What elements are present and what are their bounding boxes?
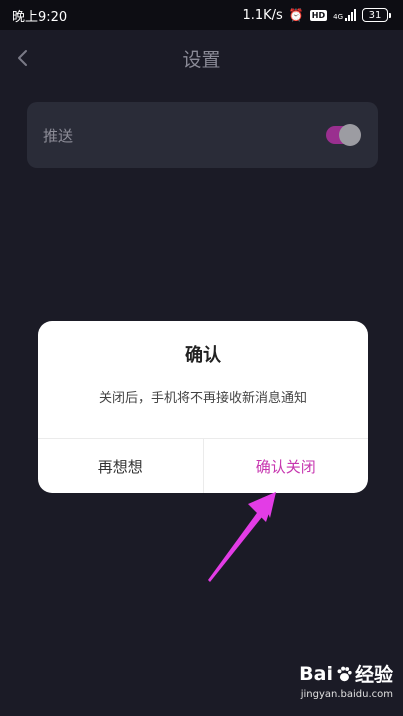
dialog-actions: 再想想 确认关闭 <box>38 438 368 493</box>
toggle-knob <box>339 124 361 146</box>
confirm-dialog: 确认 关闭后，手机将不再接收新消息通知 再想想 确认关闭 <box>38 321 368 493</box>
page-title: 设置 <box>182 48 221 71</box>
alarm-clock-icon: ⏰ <box>288 8 304 22</box>
network-type: 4G <box>333 13 343 21</box>
push-label: 推送 <box>43 126 74 145</box>
status-time: 晚上9:20 <box>12 9 68 25</box>
hd-badge: HD <box>309 9 328 21</box>
signal-strength-icon: 4G <box>333 9 356 21</box>
header: 设置 <box>0 30 403 86</box>
watermark-url: jingyan.baidu.com <box>300 689 393 700</box>
confirm-close-button[interactable]: 确认关闭 <box>204 439 369 493</box>
battery-icon: 31 <box>362 8 391 22</box>
arrow-annotation-icon <box>208 492 276 582</box>
dialog-title: 确认 <box>185 345 221 366</box>
dialog-message: 关闭后，手机将不再接收新消息通知 <box>98 391 307 406</box>
paw-icon <box>337 666 352 681</box>
watermark: Bai 经验 jingyan.baidu.com <box>299 660 393 701</box>
status-bar: 晚上9:20 1.1K/s ⏰ HD 4G 31 <box>0 0 403 30</box>
push-toggle[interactable] <box>326 124 361 146</box>
network-speed: 1.1K/s <box>242 7 283 23</box>
status-indicators: 1.1K/s ⏰ HD 4G 31 <box>242 8 391 23</box>
push-setting-row: 推送 <box>27 102 378 168</box>
chevron-left-icon[interactable] <box>12 48 32 68</box>
cancel-button[interactable]: 再想想 <box>38 439 204 493</box>
battery-level: 31 <box>362 8 388 22</box>
watermark-logo: Bai 经验 <box>299 662 393 687</box>
